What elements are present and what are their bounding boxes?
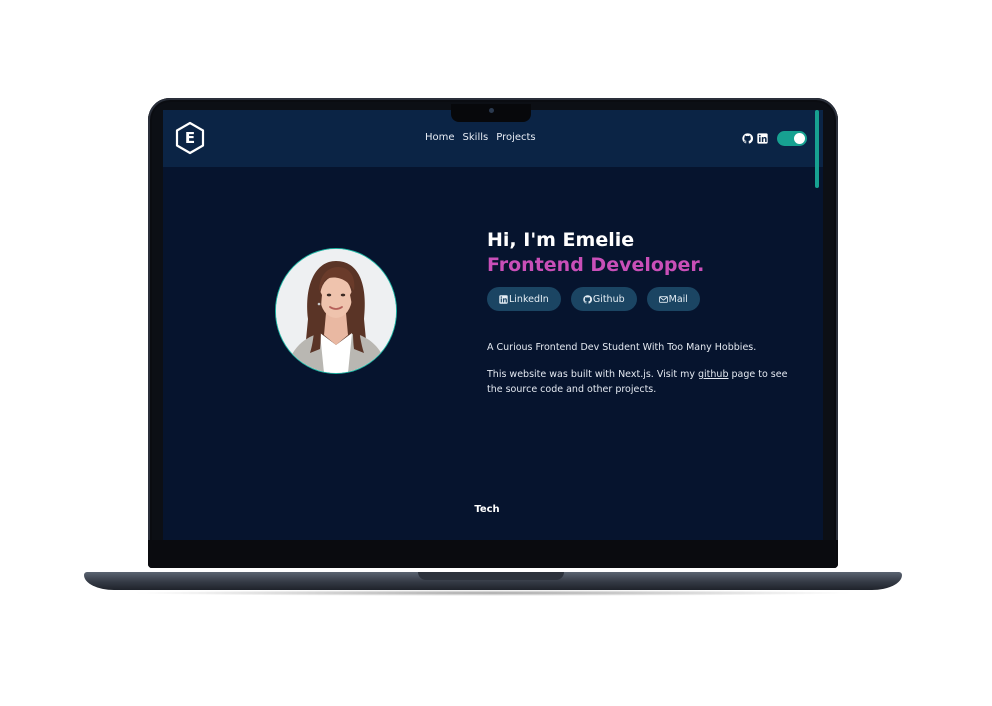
laptop-opening-lip [418,572,564,580]
linkedin-button-label: LinkedIn [509,293,549,305]
tech-heading: Tech [474,504,500,515]
linkedin-icon[interactable] [757,133,768,144]
profile-avatar [275,248,397,374]
hero-tagline: A Curious Frontend Dev Student With Too … [487,342,757,353]
hero-description: This website was built with Next.js. Vis… [487,367,797,397]
toggle-knob [794,133,805,144]
screen-bottom-bezel [148,540,838,568]
linkedin-button[interactable]: LinkedIn [487,287,561,311]
laptop-screen: E Home Skills Projects Hi, I'm Emelie Fr… [163,110,823,540]
hero-section: Hi, I'm Emelie Frontend Developer. Linke… [487,228,797,397]
github-link[interactable]: github [698,369,728,380]
nav-link-skills[interactable]: Skills [463,132,489,143]
scrollbar-thumb[interactable] [815,110,819,188]
github-button-label: Github [592,293,625,305]
profile-photo [276,249,396,373]
mail-button[interactable]: Mail [646,287,700,311]
laptop-shadow [130,590,856,596]
stage: E Home Skills Projects Hi, I'm Emelie Fr… [0,0,992,706]
hero-social-links: LinkedIn Github Mail [487,287,797,311]
camera-icon [489,108,494,113]
site-logo[interactable]: E [173,121,207,155]
github-button[interactable]: Github [570,287,637,311]
nav-links: Home Skills Projects [425,132,536,143]
nav-link-projects[interactable]: Projects [496,132,535,143]
mail-icon [658,295,668,303]
github-icon[interactable] [742,133,753,144]
camera-notch [451,104,531,122]
nav-link-home[interactable]: Home [425,132,455,143]
nav-actions [742,131,807,146]
github-icon [583,294,592,304]
hero-greeting: Hi, I'm Emelie [487,229,635,251]
hero-role: Frontend Developer. [487,254,705,276]
mail-button-label: Mail [668,293,688,305]
theme-toggle[interactable] [777,131,807,146]
logo-letter: E [184,129,196,147]
linkedin-icon [499,294,508,304]
desc-before: This website was built with Next.js. Vis… [487,369,699,380]
